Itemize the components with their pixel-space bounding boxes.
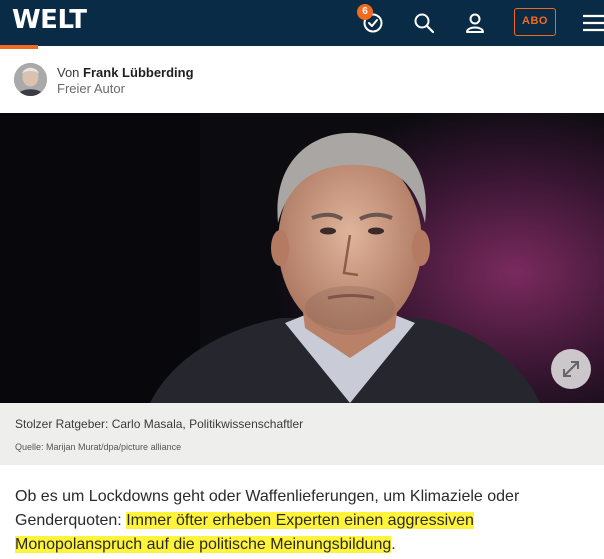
hamburger-menu-icon (583, 14, 604, 32)
author-name[interactable]: Frank Lübberding (83, 65, 194, 80)
expand-image-button[interactable] (551, 349, 591, 389)
author-avatar[interactable] (14, 63, 47, 96)
account-button[interactable] (460, 8, 490, 38)
portrait-photo (0, 113, 604, 403)
notification-badge: 6 (357, 4, 373, 20)
progress-accent-bar (0, 45, 38, 49)
search-icon (414, 13, 435, 34)
author-prefix: Von (57, 65, 80, 80)
search-button[interactable] (409, 8, 439, 38)
menu-button[interactable] (582, 8, 604, 38)
author-portrait-image (14, 63, 47, 96)
image-caption-box: Stolzer Ratgeber: Carlo Masala, Politikw… (0, 403, 604, 465)
abo-button[interactable]: ABO (514, 8, 556, 36)
user-icon (466, 13, 484, 33)
lead-text-end: . (391, 536, 396, 553)
author-byline: Von Frank Lübberding (57, 65, 194, 80)
expand-arrows-icon (563, 361, 579, 377)
article-lead-paragraph: Ob es um Lockdowns geht oder Waffenliefe… (15, 485, 595, 557)
author-role: Freier Autor (57, 81, 125, 96)
welt-logo[interactable]: WELT (12, 5, 87, 35)
article-hero-image[interactable] (0, 113, 604, 403)
image-source: Quelle: Marijan Murat/dpa/picture allian… (15, 442, 182, 452)
top-navigation-bar: WELT 6 ABO (0, 0, 604, 46)
image-caption: Stolzer Ratgeber: Carlo Masala, Politikw… (15, 417, 304, 431)
